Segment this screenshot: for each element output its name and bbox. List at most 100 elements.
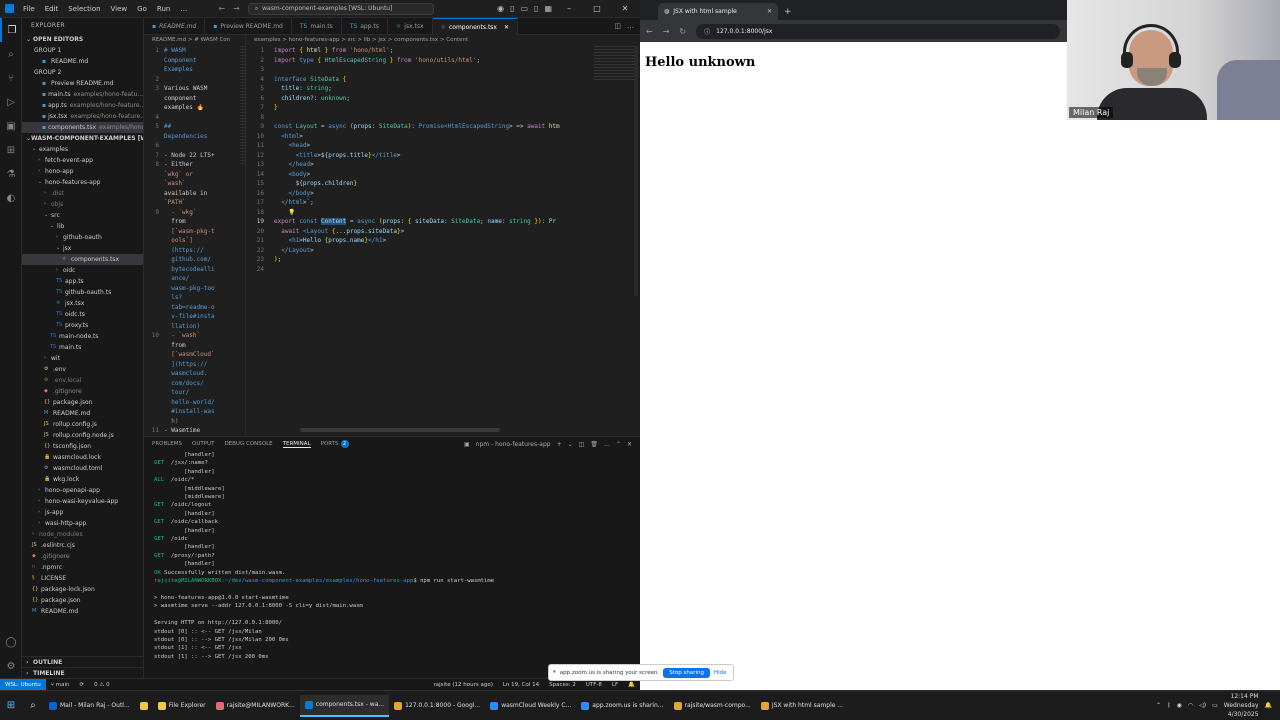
taskbar-app[interactable]: JSX with html sample ... <box>756 695 848 717</box>
open-editor-item[interactable]: ▪ README.md <box>22 56 143 67</box>
file-item[interactable]: TS oidc.ts <box>22 309 143 320</box>
new-terminal-icon[interactable]: + <box>557 441 562 448</box>
notifications-bell-icon[interactable]: 🔔 <box>1265 702 1272 709</box>
file-item[interactable]: {} package.json <box>22 595 143 606</box>
back-arrow-icon[interactable]: ← <box>646 27 653 36</box>
minimize-button[interactable]: – <box>558 4 580 13</box>
toggle-secondary-sidebar-icon[interactable]: ▯ <box>534 4 538 13</box>
file-item[interactable]: 🔒 wasmcloud.lock <box>22 452 143 463</box>
back-arrow-icon[interactable]: ← <box>218 4 225 13</box>
reload-icon[interactable]: ↻ <box>679 27 686 36</box>
run-debug-icon[interactable]: ▷ <box>0 90 22 114</box>
file-item[interactable]: TS proxy.ts <box>22 320 143 331</box>
menu-selection[interactable]: Selection <box>63 5 105 13</box>
file-item[interactable]: TS github-oauth.ts <box>22 287 143 298</box>
taskbar-app[interactable]: 127.0.0.1:8000 - Googl... <box>389 695 485 717</box>
file-item[interactable]: {} package-lock.json <box>22 584 143 595</box>
folder-item[interactable]: ⌄ examples <box>22 144 143 155</box>
trash-icon[interactable]: 🗑 <box>590 441 598 448</box>
file-item[interactable]: M README.md <box>22 408 143 419</box>
file-item[interactable]: M README.md <box>22 606 143 617</box>
group-2-header[interactable]: GROUP 2 <box>22 67 143 78</box>
search-view-icon[interactable]: ⌕ <box>0 42 22 66</box>
file-item[interactable]: ◆ .gitignore <box>22 386 143 397</box>
folder-item[interactable]: › js-app <box>22 507 143 518</box>
open-editor-item[interactable]: ▪ jsx.tsx examples/hono-feature... <box>22 111 143 122</box>
folder-item[interactable]: ⌄ lib <box>22 221 143 232</box>
readme-editor-pane[interactable]: README.md > # WASM Con 1 # WASM Component E… <box>144 35 246 435</box>
search-icon[interactable]: ⌕ <box>22 700 44 711</box>
open-editors-header[interactable]: ⌄ OPEN EDITORS <box>22 34 143 45</box>
file-item[interactable]: TS app.ts <box>22 276 143 287</box>
folder-item[interactable]: ⌄ jsx <box>22 243 143 254</box>
folder-item[interactable]: › objs <box>22 199 143 210</box>
windows-start-icon[interactable]: ⊞ <box>0 700 22 711</box>
menu-edit[interactable]: Edit <box>40 5 64 13</box>
workspace-root-header[interactable]: ⌄WASM-COMPONENT-EXAMPLES [WSL: UBU... <box>22 133 143 144</box>
zoom-tray-icon[interactable]: ◉ <box>1177 702 1182 709</box>
group-1-header[interactable]: GROUP 1 <box>22 45 143 56</box>
problems-count[interactable]: 0 ⚠ 0 <box>89 682 114 688</box>
command-center[interactable]: ⌕ wasm-component-examples [WSL: Ubuntu] <box>247 2 434 15</box>
site-info-icon[interactable]: ⓘ <box>704 27 710 36</box>
extensions-icon[interactable]: ⊞ <box>0 138 22 162</box>
file-item[interactable]: ◆ .gitignore <box>22 551 143 562</box>
code-horizontal-scrollbar[interactable] <box>300 428 500 432</box>
taskbar-app[interactable] <box>135 695 153 717</box>
file-item[interactable]: 🔒 wkg.lock <box>22 474 143 485</box>
file-item[interactable]: ⚛ jsx.tsx <box>22 298 143 309</box>
customize-layout-icon[interactable]: ▦ <box>544 4 552 13</box>
folder-item[interactable]: ⌄ src <box>22 210 143 221</box>
taskbar-app[interactable]: app.zoom.us is sharin... <box>576 695 668 717</box>
file-item[interactable]: JS rollup.config.js <box>22 419 143 430</box>
editor-tab[interactable]: ▪ README.md <box>144 18 206 35</box>
file-item[interactable]: {} tsconfig.json <box>22 441 143 452</box>
pause-icon[interactable]: ⏸ <box>553 669 556 676</box>
clock[interactable]: 12:14 PM Wednesday 4/30/2025 <box>1224 692 1259 719</box>
notifications-bell-icon[interactable]: 🔔 <box>623 682 640 688</box>
outline-header[interactable]: › OUTLINE <box>22 656 143 667</box>
editor-tab[interactable]: TS app.ts <box>342 18 388 35</box>
editor-tab[interactable]: TS main.ts <box>292 18 342 35</box>
close-tab-icon[interactable]: ✕ <box>767 8 772 15</box>
github-icon[interactable]: ◐ <box>0 186 22 210</box>
lightbulb-icon[interactable]: 💡 <box>288 208 295 218</box>
remote-explorer-icon[interactable]: ▣ <box>0 114 22 138</box>
folder-item[interactable]: › wasi-http-app <box>22 518 143 529</box>
folder-item[interactable]: › .dist <box>22 188 143 199</box>
toggle-sidebar-icon[interactable]: ▯ <box>510 4 514 13</box>
menu-run[interactable]: Run <box>152 5 175 13</box>
more-actions-icon[interactable]: … <box>604 441 610 448</box>
remote-indicator[interactable]: WSL: Ubuntu <box>0 678 46 691</box>
file-item[interactable]: JS rollup.config.node.js <box>22 430 143 441</box>
file-item[interactable]: TS main-node.ts <box>22 331 143 342</box>
code-breadcrumb[interactable]: examples > hono-features-app > src > lib… <box>246 35 640 46</box>
maximize-button[interactable]: □ <box>586 4 608 13</box>
taskbar-app[interactable]: File Explorer <box>153 695 211 717</box>
indentation[interactable]: Spaces: 2 <box>544 682 581 688</box>
browser-tab[interactable]: ◍ JSX with html sample ✕ <box>658 3 778 20</box>
git-branch[interactable]: ⑂ main <box>46 682 75 688</box>
source-control-icon[interactable]: ⑂ <box>0 66 22 90</box>
editor-tab[interactable]: ⚛ components.tsx ✕ <box>432 18 519 35</box>
bluetooth-icon[interactable]: ᛒ <box>1167 702 1171 709</box>
tab-problems[interactable]: PROBLEMS <box>152 441 182 447</box>
close-panel-icon[interactable]: ✕ <box>627 441 632 448</box>
file-item[interactable]: TS main.ts <box>22 342 143 353</box>
line-ending[interactable]: LF <box>607 682 623 688</box>
close-tab-icon[interactable]: ✕ <box>504 24 509 31</box>
file-item[interactable]: JS .eslintrc.cjs <box>22 540 143 551</box>
open-editor-item[interactable]: ▪ main.ts examples/hono-featu... <box>22 89 143 100</box>
forward-arrow-icon[interactable]: → <box>233 4 240 13</box>
file-encoding[interactable]: UTF-8 <box>581 682 607 688</box>
file-item[interactable]: {} package.json <box>22 397 143 408</box>
tab-ports[interactable]: PORTS 2 <box>321 440 349 448</box>
forward-arrow-icon[interactable]: → <box>663 27 670 36</box>
testing-icon[interactable]: ⚗ <box>0 162 22 186</box>
new-tab-button[interactable]: + <box>778 7 798 20</box>
open-editor-item[interactable]: ▪ app.ts examples/hono-feature... <box>22 100 143 111</box>
close-window-button[interactable]: ✕ <box>614 4 636 13</box>
folder-item[interactable]: › wit <box>22 353 143 364</box>
wifi-icon[interactable]: ◠ <box>1188 702 1193 709</box>
folder-item[interactable]: › hono-wasi-keyvalue-app <box>22 496 143 507</box>
